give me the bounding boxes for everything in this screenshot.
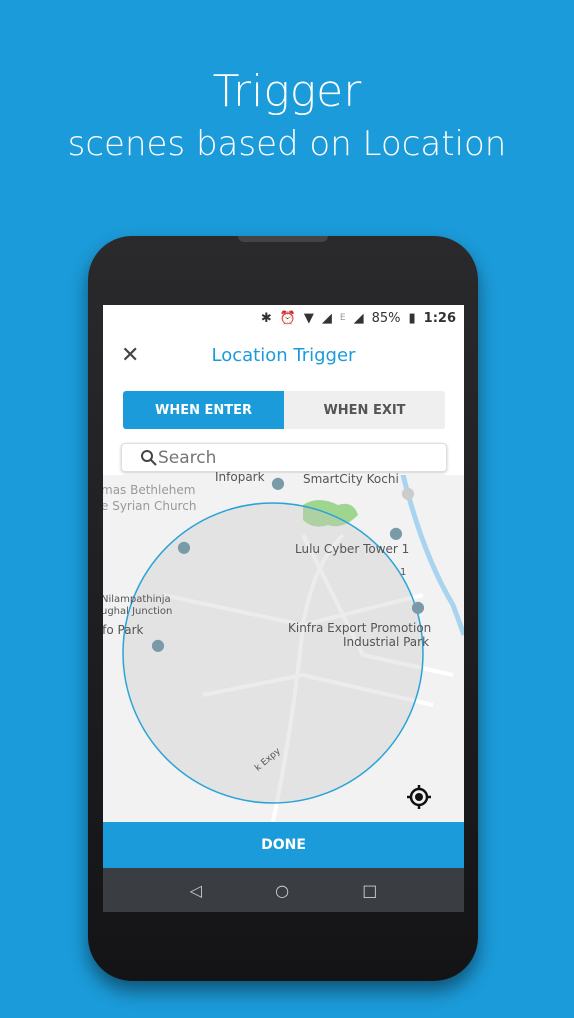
speaker	[238, 236, 328, 242]
map-label: Nilampathinja	[103, 594, 171, 605]
map-pin-icon[interactable]: ●	[411, 597, 425, 616]
map-label: ughal Junction	[103, 606, 173, 617]
trigger-type-toggle: WHEN ENTER WHEN EXIT	[123, 391, 445, 429]
battery-icon: ▮	[408, 310, 416, 326]
alarm-icon: ⏰	[279, 310, 296, 326]
signal-icon: ◢	[321, 310, 332, 326]
app-screen: ✱ ⏰ ▼ ◢ E ◢ 85% ▮ 1:26 ✕ Location Trigge…	[103, 305, 464, 912]
search-icon	[141, 450, 157, 466]
search-bar	[121, 443, 447, 472]
map-pin-icon[interactable]: ●	[401, 483, 415, 502]
back-icon[interactable]: ◁	[190, 881, 202, 900]
signal-icon: ◢	[353, 310, 364, 326]
recents-icon[interactable]: □	[362, 881, 377, 900]
map-label: Kinfra Export Promotion	[288, 621, 432, 635]
done-button[interactable]: DONE	[103, 822, 464, 868]
tab-when-exit[interactable]: WHEN EXIT	[284, 391, 445, 429]
top-bar: ✕ Location Trigger	[103, 331, 464, 381]
clock: 1:26	[423, 310, 456, 326]
map-label: 1	[400, 567, 407, 578]
status-bar: ✱ ⏰ ▼ ◢ E ◢ 85% ▮ 1:26	[103, 305, 464, 331]
map-label: SmartCity Kochi	[303, 472, 399, 486]
home-icon[interactable]: ○	[275, 881, 289, 900]
page-title: Location Trigger	[211, 345, 356, 366]
map-pin-icon[interactable]: ●	[271, 473, 285, 492]
map-label: Industrial Park	[343, 635, 430, 649]
map-label: Info Park	[103, 623, 144, 637]
promo-subtitle: scenes based on Location	[67, 124, 507, 164]
tab-when-enter[interactable]: WHEN ENTER	[123, 391, 284, 429]
map-pin-icon[interactable]: ●	[177, 537, 191, 556]
search-input[interactable]	[158, 447, 378, 468]
map-view[interactable]: mas Bethlehem e Syrian Church Infopark S…	[103, 470, 464, 822]
map-label: e Syrian Church	[103, 499, 197, 513]
wifi-icon: ▼	[303, 310, 314, 326]
my-location-icon[interactable]	[405, 783, 433, 811]
system-nav-bar: ◁ ○ □	[103, 868, 464, 912]
promo-title: Trigger	[212, 66, 362, 117]
map-pin-icon[interactable]: ●	[389, 523, 403, 542]
map-label: Infopark	[215, 470, 265, 484]
bluetooth-icon: ✱	[260, 310, 272, 326]
map-label: Lulu Cyber Tower 1	[295, 542, 410, 556]
battery-percent: 85%	[371, 310, 401, 326]
map-label: mas Bethlehem	[103, 483, 196, 497]
network-type: E	[339, 313, 346, 323]
map-pin-icon[interactable]: ●	[151, 635, 165, 654]
